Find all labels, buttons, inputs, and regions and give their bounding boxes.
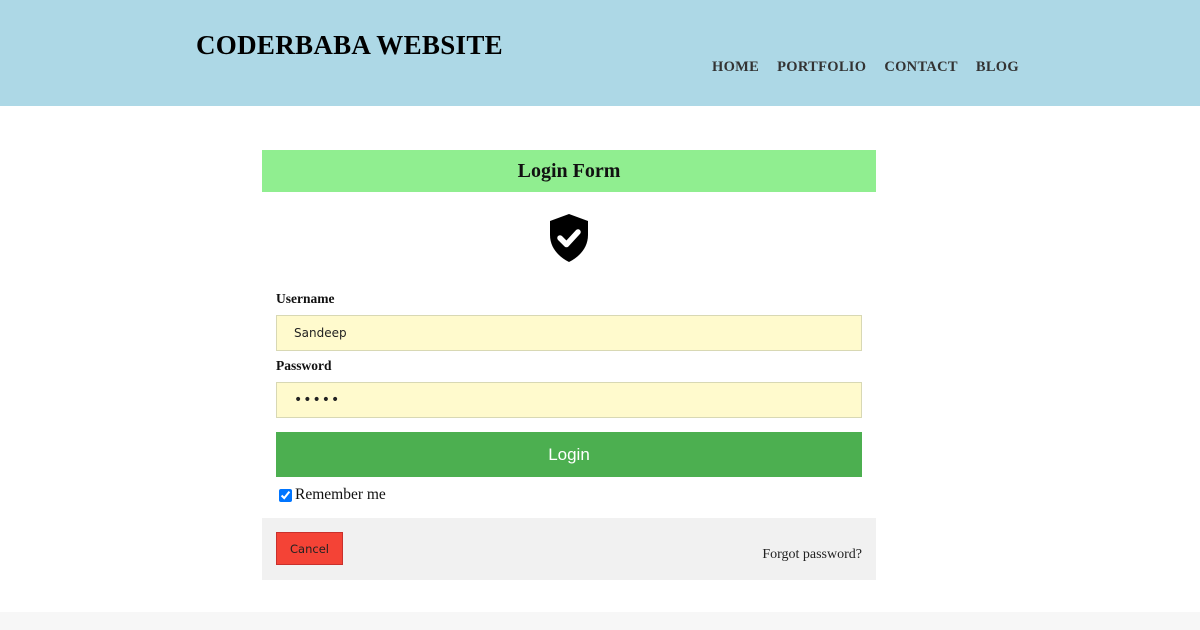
form-title: Login Form <box>517 159 621 182</box>
password-label: Password <box>276 358 332 373</box>
page-footer-strip <box>0 612 1200 630</box>
site-title: CODERBABA WEBSITE <box>196 30 503 60</box>
login-button[interactable]: Login <box>276 432 862 477</box>
nav-link-home[interactable]: HOME <box>712 59 759 76</box>
nav-link-contact[interactable]: CONTACT <box>884 59 958 76</box>
shield-check-icon <box>550 214 588 262</box>
main-nav: HOME PORTFOLIO CONTACT BLOG <box>712 59 1037 76</box>
remember-me-checkbox[interactable] <box>279 488 292 502</box>
username-input[interactable] <box>276 315 862 351</box>
form-title-bar: Login Form <box>262 150 876 192</box>
forgot-password-link[interactable]: Forgot password? <box>762 547 862 563</box>
username-label: Username <box>276 291 335 306</box>
password-input[interactable] <box>276 382 862 418</box>
nav-link-blog[interactable]: BLOG <box>976 59 1019 76</box>
remember-me-row: Remember me <box>279 486 386 504</box>
nav-link-portfolio[interactable]: PORTFOLIO <box>777 59 866 76</box>
login-form: Login Form Username Password Login Remem… <box>262 150 876 580</box>
remember-me-label: Remember me <box>295 486 386 503</box>
site-header: CODERBABA WEBSITE HOME PORTFOLIO CONTACT… <box>0 0 1200 106</box>
cancel-button[interactable]: Cancel <box>276 532 343 565</box>
form-footer: Cancel Forgot password? <box>262 518 876 580</box>
